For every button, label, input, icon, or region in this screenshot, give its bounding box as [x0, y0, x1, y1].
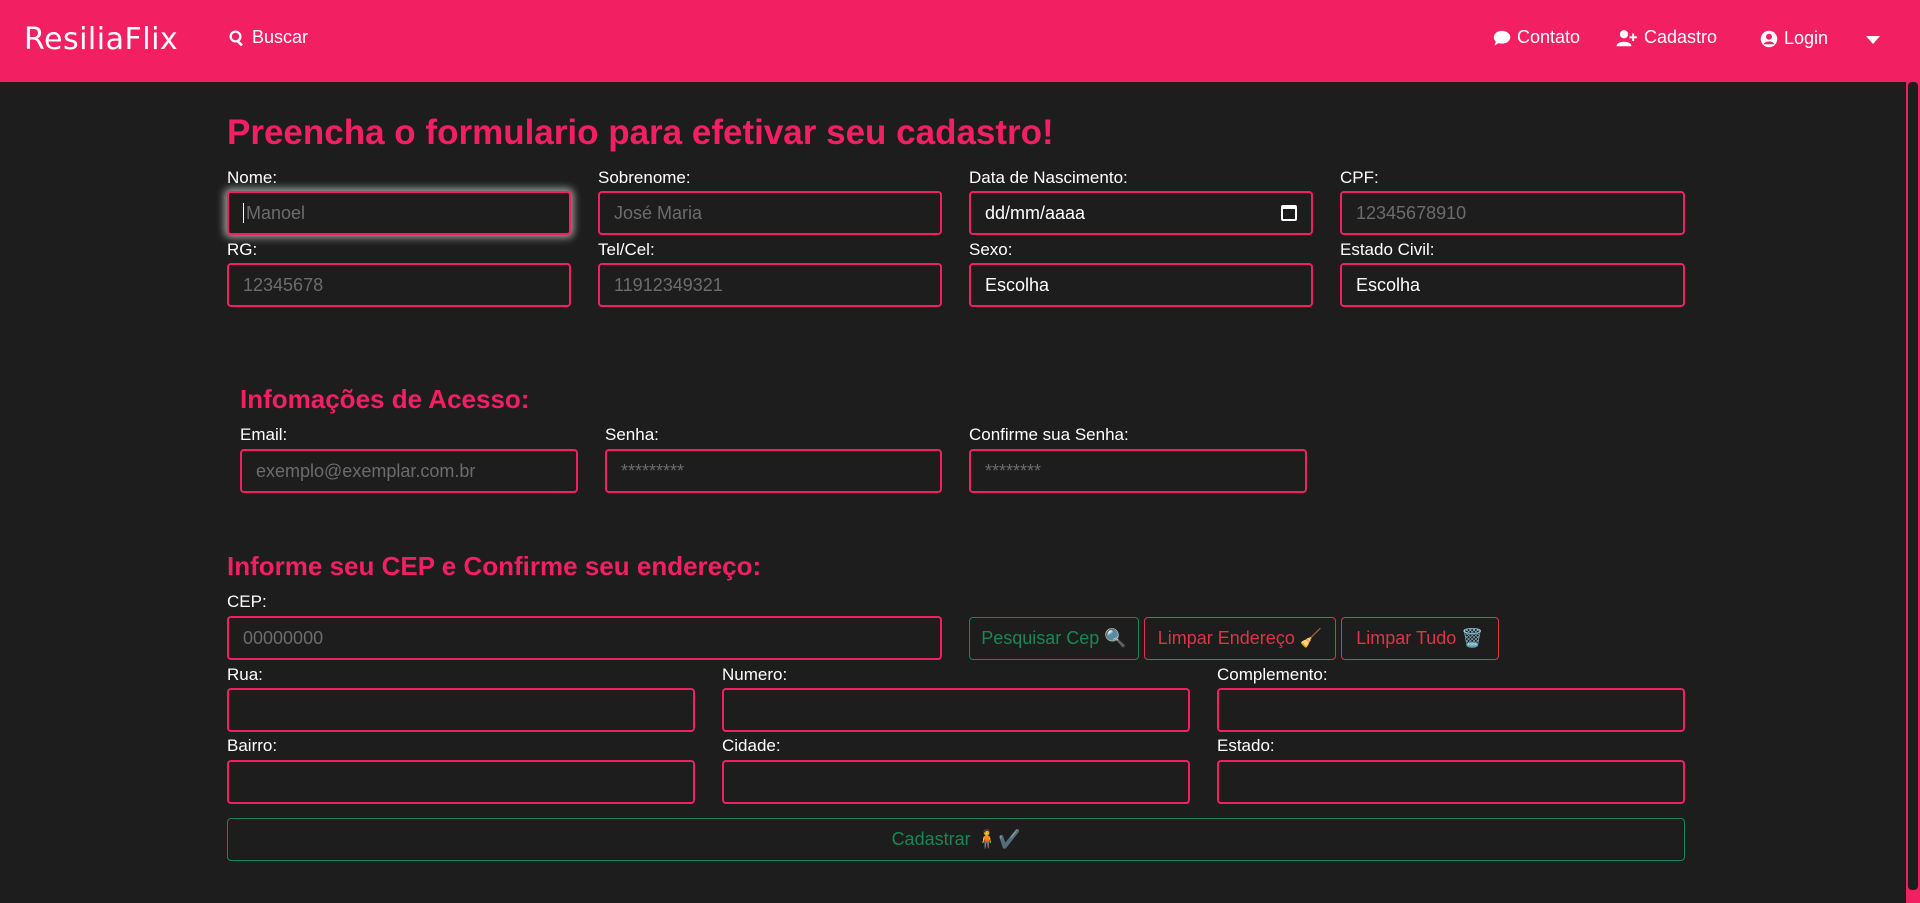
nascimento-date-input[interactable]: dd/mm/aaaa	[969, 191, 1313, 235]
estado-input[interactable]	[1217, 760, 1685, 804]
access-section-title: Infomações de Acesso:	[240, 384, 530, 414]
cep-input[interactable]: 00000000	[227, 616, 942, 660]
cpf-label: CPF:	[1340, 168, 1379, 187]
chevron-down-icon[interactable]	[1866, 36, 1880, 44]
cidade-label: Cidade:	[722, 736, 781, 755]
senha-label: Senha:	[605, 425, 659, 444]
user-circle-icon	[1760, 30, 1778, 47]
scroll-thumb[interactable]	[1908, 82, 1918, 890]
bairro-label: Bairro:	[227, 736, 278, 755]
estado-civil-select[interactable]: Escolha	[1340, 263, 1685, 307]
numero-label: Numero:	[722, 665, 788, 684]
nome-input[interactable]: Manoel	[227, 191, 571, 235]
register-link[interactable]: Cadastro	[1616, 27, 1717, 48]
complemento-input[interactable]	[1217, 688, 1685, 732]
address-section-title: Informe seu CEP e Confirme seu endereço:	[227, 551, 762, 581]
search-cep-button[interactable]: Pesquisar Cep 🔍	[969, 617, 1139, 660]
clear-all-button[interactable]: Limpar Tudo 🗑️	[1341, 617, 1499, 660]
navbar: ResiliaFlix Buscar Contato Cadastro Logi…	[0, 0, 1906, 82]
cidade-input[interactable]	[722, 760, 1190, 804]
nome-label: Nome:	[227, 168, 278, 187]
numero-input[interactable]	[722, 688, 1190, 732]
email-input[interactable]: exemplo@exemplar.com.br	[240, 449, 578, 493]
clear-address-button[interactable]: Limpar Endereço 🧹	[1144, 617, 1336, 660]
confirme-senha-input[interactable]: ********	[969, 449, 1307, 493]
page-title: Preencha o formulario para efetivar seu …	[227, 113, 1054, 152]
telcel-label: Tel/Cel:	[598, 240, 655, 259]
confirme-senha-label: Confirme sua Senha:	[969, 425, 1129, 444]
submit-register-button[interactable]: Cadastrar 🧍✔️	[227, 818, 1685, 861]
email-label: Email:	[240, 425, 288, 444]
contact-link[interactable]: Contato	[1493, 27, 1580, 48]
bairro-input[interactable]	[227, 760, 695, 804]
sobrenome-label: Sobrenome:	[598, 168, 691, 187]
cpf-input[interactable]: 12345678910	[1340, 191, 1685, 235]
scrollbar[interactable]	[1906, 0, 1920, 903]
login-link[interactable]: Login	[1760, 28, 1828, 49]
user-plus-icon	[1616, 29, 1637, 46]
search-link[interactable]: Buscar	[228, 27, 308, 48]
search-icon	[229, 30, 243, 46]
brand-logo[interactable]: ResiliaFlix	[24, 22, 178, 57]
chat-icon	[1493, 30, 1511, 45]
sexo-label: Sexo:	[969, 240, 1013, 259]
sobrenome-input[interactable]: José Maria	[598, 191, 942, 235]
estado-label: Estado:	[1217, 736, 1275, 755]
nascimento-label: Data de Nascimento:	[969, 168, 1128, 187]
rg-label: RG:	[227, 240, 258, 259]
estado-civil-label: Estado Civil:	[1340, 240, 1435, 259]
cep-label: CEP:	[227, 592, 267, 611]
sexo-select[interactable]: Escolha	[969, 263, 1313, 307]
rua-input[interactable]	[227, 688, 695, 732]
telcel-input[interactable]: 11912349321	[598, 263, 942, 307]
senha-input[interactable]: *********	[605, 449, 942, 493]
complemento-label: Complemento:	[1217, 665, 1328, 684]
calendar-icon[interactable]	[1281, 205, 1297, 221]
rua-label: Rua:	[227, 665, 263, 684]
rg-input[interactable]: 12345678	[227, 263, 571, 307]
